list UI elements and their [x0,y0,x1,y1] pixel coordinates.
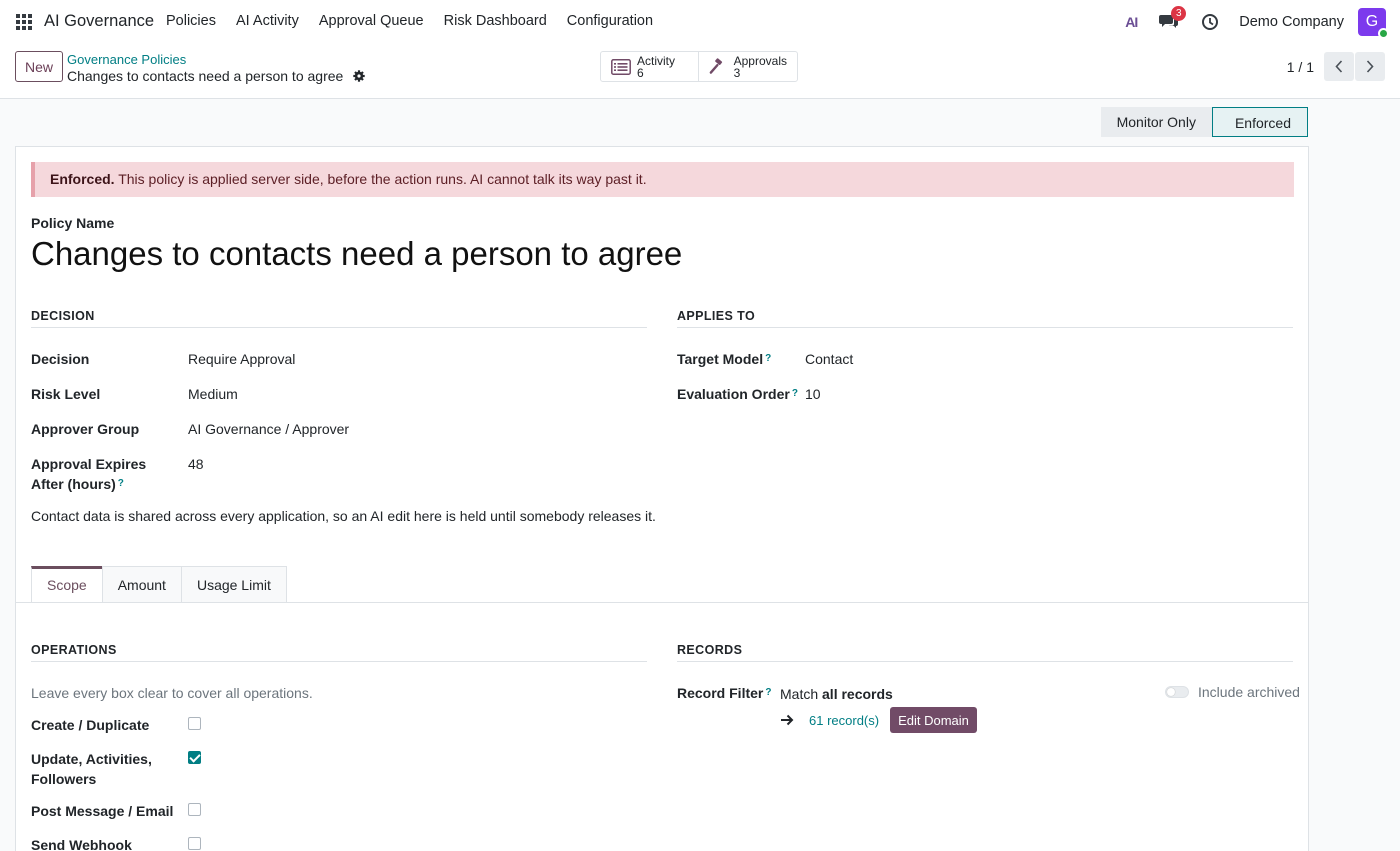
activity-clock-icon[interactable] [1201,13,1219,31]
tab-usage-limit[interactable]: Usage Limit [180,566,287,603]
ai-logo-icon[interactable]: AI [1125,14,1138,30]
op-create-checkbox[interactable] [188,717,201,730]
approval-expires-value[interactable]: 48 [188,454,204,474]
enforced-alert: Enforced. This policy is applied server … [31,162,1294,197]
control-panel: New Governance Policies Changes to conta… [0,44,1400,99]
op-update-label: Update, Activities, Followers [31,751,152,787]
user-avatar[interactable]: G [1358,8,1389,39]
pager-previous-button[interactable] [1324,52,1354,81]
policy-note: Contact data is shared across every appl… [31,508,656,524]
pager-next-button[interactable] [1355,52,1385,81]
menu-policies[interactable]: Policies [166,13,216,29]
records-heading: RECORDS [677,643,1293,662]
pager-value[interactable]: 1 / 1 [1287,59,1314,75]
tab-amount[interactable]: Amount [101,566,182,603]
new-button[interactable]: New [15,51,63,82]
gear-icon[interactable] [353,70,365,82]
risk-level-label: Risk Level [31,386,101,402]
approvals-smart-label: Approvals [733,53,787,68]
stage-monitor-only[interactable]: Monitor Only [1100,107,1212,137]
target-model-value[interactable]: Contact [805,349,853,369]
menu-configuration[interactable]: Configuration [567,13,653,29]
ai-logo-text: AI [1125,14,1138,30]
messages-count-badge: 3 [1171,6,1187,21]
evaluation-order-label: Evaluation Order? [677,384,798,404]
company-switcher[interactable]: Demo Company [1239,14,1344,30]
menu-approval-queue[interactable]: Approval Queue [319,13,424,29]
systray: AI 3 Demo Company G [1125,6,1389,39]
approver-group-label: Approver Group [31,421,140,437]
record-filter-label-text: Record Filter [677,685,764,701]
smart-buttons: Activity 6 Approvals 3 [600,51,798,82]
app-brand[interactable]: AI Governance [44,12,154,31]
match-prefix: Match [780,686,823,702]
edit-domain-button[interactable]: Edit Domain [890,707,977,733]
record-count-link[interactable]: 61 record(s) [809,713,879,728]
record-filter-label: Record Filter? [677,683,771,703]
breadcrumb-current-label: Changes to contacts need a person to agr… [67,68,344,84]
activity-smart-button[interactable]: Activity 6 [601,52,699,81]
approvals-smart-count: 3 [733,65,741,80]
breadcrumb-parent[interactable]: Governance Policies [67,52,186,67]
operations-heading: OPERATIONS [31,643,647,662]
decision-value[interactable]: Require Approval [188,349,295,369]
op-create-label: Create / Duplicate [31,717,150,733]
decision-heading: DECISION [31,309,647,328]
decision-label: Decision [31,351,90,367]
evaluation-order-value[interactable]: 10 [805,384,821,404]
alert-strong: Enforced. [50,171,115,187]
alert-text: This policy is applied server side, befo… [114,171,647,187]
status-bar: Monitor Only Enforced [1100,107,1308,137]
tab-scope[interactable]: Scope [31,566,103,603]
help-icon[interactable]: ? [118,478,124,489]
chevron-right-icon [1366,60,1374,73]
notebook-tabs: Scope Amount Usage Limit [31,566,287,603]
gavel-icon [709,57,723,74]
menu-ai-activity[interactable]: AI Activity [236,13,299,29]
op-post-message-label: Post Message / Email [31,803,174,819]
form-sheet: Enforced. This policy is applied server … [15,146,1309,851]
approvals-smart-button[interactable]: Approvals 3 [699,52,797,81]
help-icon[interactable]: ? [765,687,771,698]
avatar-initial: G [1365,13,1379,30]
record-filter-summary: Match all records [780,684,893,704]
operations-hint: Leave every box clear to cover all opera… [31,685,313,701]
top-navbar: AI Governance Policies AI Activity Appro… [0,0,1400,44]
approval-expires-label-text: Approval Expires After (hours) [31,456,147,492]
policy-name-label: Policy Name [31,215,115,231]
online-status-dot [1378,28,1389,39]
arrow-right-icon [781,714,794,726]
activity-smart-label: Activity [637,53,676,68]
applies-to-heading: APPLIES TO [677,309,1293,328]
tab-divider [16,602,1308,603]
op-send-webhook-label: Send Webhook [31,837,132,851]
help-icon[interactable]: ? [765,353,771,364]
risk-level-value[interactable]: Medium [188,384,238,404]
op-post-message-checkbox[interactable] [188,803,201,816]
target-model-label: Target Model? [677,349,771,369]
list-icon [611,58,631,75]
op-send-webhook-checkbox[interactable] [188,837,201,850]
messages-button[interactable]: 3 [1159,6,1187,32]
apps-menu-icon[interactable] [14,12,34,32]
include-archived-label: Include archived [1198,684,1300,700]
op-update-checkbox[interactable] [188,751,201,764]
chevron-left-icon [1335,60,1343,73]
match-strong: all records [822,686,893,702]
stage-enforced[interactable]: Enforced [1211,107,1308,137]
target-model-label-text: Target Model [677,351,764,367]
approver-group-value[interactable]: AI Governance / Approver [188,419,349,439]
breadcrumb-current: Changes to contacts need a person to agr… [67,68,365,84]
menu-risk-dashboard[interactable]: Risk Dashboard [444,13,547,29]
activity-smart-count: 6 [637,65,644,80]
policy-name-field[interactable]: Changes to contacts need a person to agr… [31,235,682,273]
include-archived-toggle[interactable] [1165,686,1189,698]
evaluation-order-label-text: Evaluation Order [677,386,790,402]
approval-expires-label: Approval Expires After (hours)? [31,454,181,494]
help-icon[interactable]: ? [792,388,798,399]
main-menu: Policies AI Activity Approval Queue Risk… [166,13,673,29]
